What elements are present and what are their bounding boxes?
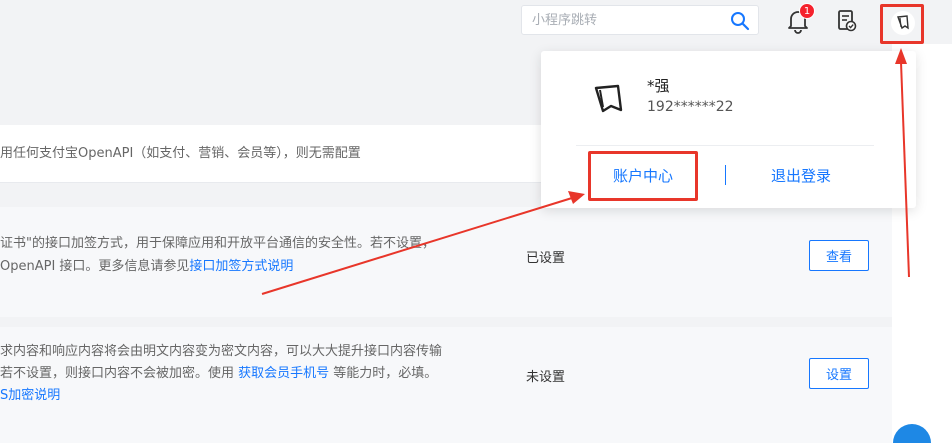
row-description: OpenAPI 接口。更多信息请参见接口加签方式说明 <box>0 256 293 278</box>
user-name: *强 <box>647 77 670 95</box>
account-center-link[interactable]: 账户中心 <box>588 151 698 201</box>
status-text: 已设置 <box>526 251 566 266</box>
top-bar: 1 <box>0 0 952 44</box>
row-description: 若不设置，则接口内容不会被加密。使用 获取会员手机号 等能力时，必填。 <box>0 363 437 385</box>
set-button[interactable]: 设置 <box>809 358 869 389</box>
desc-text: 等能力时，必填。 <box>329 366 438 381</box>
row-description: 用任何支付宝OpenAPI（如支付、营销、会员等），则无需配置 <box>0 146 361 161</box>
encryption-doc-link[interactable]: S加密说明 <box>0 385 60 407</box>
notification-badge: 1 <box>799 3 815 19</box>
account-popup: *强 192******22 账户中心 退出登录 <box>541 51 916 208</box>
sign-method-doc-link[interactable]: 接口加签方式说明 <box>189 259 293 274</box>
row-description: 证书"的接口加签方式，用于保障应用和开放平台通信的安全性。若不设置， <box>0 236 435 251</box>
logout-link[interactable]: 退出登录 <box>771 165 831 186</box>
divider <box>576 145 874 146</box>
user-phone: 192******22 <box>647 99 734 115</box>
desc-text: OpenAPI 接口。更多信息请参见 <box>0 259 190 274</box>
avatar-icon <box>891 11 915 35</box>
status-text: 未设置 <box>526 370 566 385</box>
search-box <box>521 5 759 35</box>
user-avatar-button[interactable] <box>880 4 924 44</box>
member-phone-link[interactable]: 获取会员手机号 <box>238 366 329 381</box>
search-input[interactable] <box>532 6 722 34</box>
sign-method-row: 证书"的接口加签方式，用于保障应用和开放平台通信的安全性。若不设置， OpenA… <box>0 207 892 317</box>
content-encryption-row: 求内容和响应内容将会由明文内容变为密文内容，可以大大提升接口内容传输 若不设置，… <box>0 327 892 443</box>
view-button[interactable]: 查看 <box>809 240 869 271</box>
link-separator <box>725 165 726 185</box>
user-avatar-icon <box>591 81 627 117</box>
search-icon[interactable] <box>730 11 750 31</box>
document-check-icon[interactable] <box>836 9 858 33</box>
row-description: 求内容和响应内容将会由明文内容变为密文内容，可以大大提升接口内容传输 <box>0 344 443 359</box>
desc-text: 若不设置，则接口内容不会被加密。使用 <box>0 366 239 381</box>
